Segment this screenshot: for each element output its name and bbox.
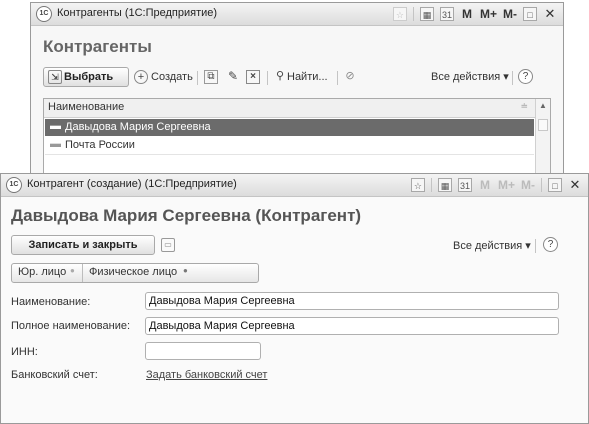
divider: [541, 178, 542, 192]
counterparty-form-window: 1C Контрагент (создание) (1С:Предприятие…: [0, 173, 589, 424]
row-dash-icon: ▬: [50, 120, 61, 132]
radio-dot-icon: ●: [183, 266, 188, 275]
name-field[interactable]: Давыдова Мария Сергеевна: [145, 292, 559, 310]
create-button[interactable]: Создать: [151, 70, 193, 84]
scroll-up-icon[interactable]: ▲: [539, 101, 547, 110]
form-heading: Давыдова Мария Сергеевна (Контрагент): [11, 206, 362, 225]
full-name-label: Полное наименование:: [11, 320, 131, 332]
inn-field[interactable]: [145, 342, 261, 360]
list-window-titlebar: 1C Контрагенты (1С:Предприятие) ☆ ▦ 31 M…: [31, 3, 563, 26]
choose-button[interactable]: ⇲ Выбрать: [43, 67, 129, 87]
maximize-icon[interactable]: □: [523, 7, 537, 21]
save-disk-icon[interactable]: ▭: [161, 238, 175, 252]
set-bank-account-link[interactable]: Задать банковский счет: [146, 369, 267, 381]
close-icon[interactable]: ✕: [543, 7, 557, 21]
individual-label: Физическое лицо: [89, 266, 178, 278]
copy-icon[interactable]: ⧉: [204, 70, 218, 84]
divider: [267, 71, 268, 85]
table-row[interactable]: ▬ Почта России: [45, 137, 534, 155]
row-dash-icon: ▬: [50, 138, 61, 150]
close-icon[interactable]: ✕: [568, 178, 582, 192]
divider: [412, 7, 414, 21]
form-window-title: Контрагент (создание) (1С:Предприятие): [27, 178, 237, 190]
inn-label: ИНН:: [11, 346, 38, 358]
sort-icon: ≐: [520, 101, 528, 111]
column-header-name[interactable]: Наименование: [48, 101, 124, 113]
radio-dot-icon: ●: [70, 266, 75, 275]
table-row[interactable]: ▬ Давыдова Мария Сергеевна: [45, 119, 534, 136]
favorite-star-icon[interactable]: ☆: [410, 178, 425, 192]
scroll-thumb[interactable]: [538, 119, 548, 131]
find-button[interactable]: Найти...: [287, 70, 328, 84]
edit-pencil-icon[interactable]: ✎: [226, 70, 240, 84]
memory-minus-button[interactable]: M-: [503, 7, 517, 21]
bank-account-label: Банковский счет:: [11, 369, 98, 381]
divider: [430, 178, 432, 192]
1c-logo-icon: 1C: [36, 6, 52, 22]
form-window-titlebar-buttons: ☆ ▦ 31 M M+ M- □ ✕: [410, 176, 582, 194]
favorite-star-icon[interactable]: ☆: [392, 7, 407, 21]
list-help-icon[interactable]: ?: [518, 69, 533, 84]
calendar-icon[interactable]: 31: [439, 7, 454, 21]
list-heading: Контрагенты: [43, 37, 152, 56]
calendar-icon[interactable]: 31: [457, 178, 472, 192]
name-label: Наименование:: [11, 296, 91, 308]
choose-label: Выбрать: [64, 71, 114, 83]
save-and-close-button[interactable]: Записать и закрыть: [11, 235, 155, 255]
divider: [337, 71, 338, 85]
row-name: Давыдова Мария Сергеевна: [65, 121, 211, 133]
calculator-icon[interactable]: ▦: [437, 178, 452, 192]
create-plus-icon[interactable]: +: [134, 70, 148, 84]
memory-minus-button[interactable]: M-: [521, 178, 535, 192]
counterparties-list-window: 1C Контрагенты (1С:Предприятие) ☆ ▦ 31 M…: [30, 2, 564, 192]
form-all-actions-menu[interactable]: Все действия ▾: [453, 239, 531, 253]
row-name: Почта России: [65, 139, 135, 151]
delete-mark-icon[interactable]: ×: [246, 70, 260, 84]
memory-plus-button[interactable]: M+: [480, 7, 497, 21]
table-header: Наименование ≐: [44, 99, 536, 118]
maximize-icon[interactable]: □: [548, 178, 562, 192]
individual-option[interactable]: Физическое лицо ●: [83, 264, 203, 282]
form-window-titlebar: 1C Контрагент (создание) (1С:Предприятие…: [1, 174, 588, 197]
choose-icon: ⇲: [48, 70, 62, 84]
search-icon[interactable]: ⚲: [273, 70, 287, 84]
divider: [197, 71, 198, 85]
full-name-field[interactable]: Давыдова Мария Сергеевна: [145, 317, 559, 335]
memory-plus-button[interactable]: M+: [498, 178, 515, 192]
memory-m-button[interactable]: M: [460, 7, 474, 21]
calculator-icon[interactable]: ▦: [419, 7, 434, 21]
cancel-search-icon[interactable]: ⊘: [343, 70, 357, 84]
1c-logo-icon: 1C: [6, 177, 22, 193]
legal-entity-option[interactable]: Юр. лицо ●: [12, 264, 83, 282]
divider: [512, 71, 513, 85]
list-all-actions-menu[interactable]: Все действия ▾: [431, 70, 509, 84]
legal-entity-label: Юр. лицо: [18, 266, 67, 278]
divider: [535, 239, 536, 253]
memory-m-button[interactable]: M: [478, 178, 492, 192]
list-window-title: Контрагенты (1С:Предприятие): [57, 7, 218, 19]
form-help-icon[interactable]: ?: [543, 237, 558, 252]
list-window-titlebar-buttons: ☆ ▦ 31 M M+ M- □ ✕: [392, 5, 557, 23]
person-type-toggle: Юр. лицо ● Физическое лицо ●: [11, 263, 259, 283]
